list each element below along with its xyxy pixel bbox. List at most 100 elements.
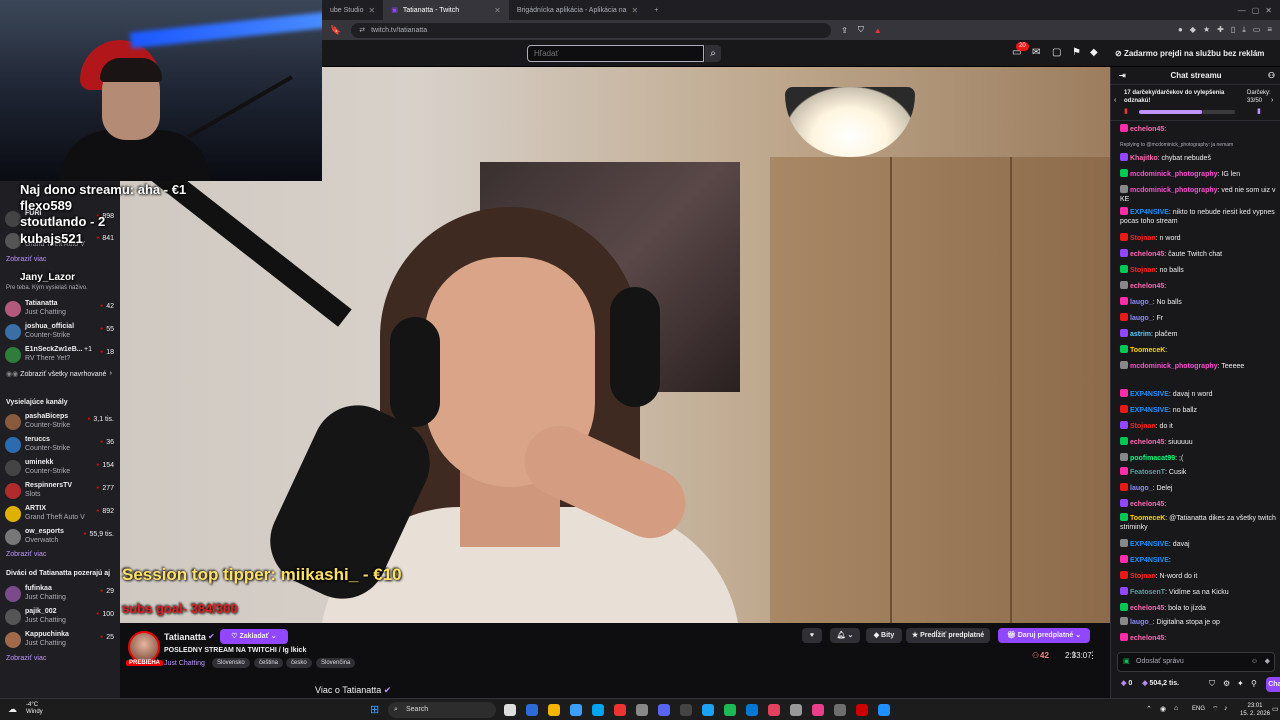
chat-username[interactable]: astrim [1130,331,1151,338]
chat-username[interactable]: FeatosenT [1130,469,1165,476]
channel-avatar[interactable] [128,631,160,663]
puzzle-icon[interactable]: ✚ [1217,25,1224,35]
chat-username[interactable]: Stojnan [1130,267,1156,274]
gift-subscription-button[interactable]: 🎁︎ Daruj predplatné ⌄ [998,628,1090,643]
chat-username[interactable]: laugo_ [1130,485,1153,492]
chat-username[interactable]: Khajitko [1130,155,1158,162]
taskbar-app-icon[interactable] [834,704,846,716]
whispers-icon[interactable]: ▢ [1052,47,1061,58]
chevron-left-icon[interactable]: ‹ [1114,97,1116,104]
taskbar-search[interactable]: ⌕ Search [388,702,496,718]
collapse-chat-icon[interactable]: ⇥ [1119,67,1126,85]
close-window-icon[interactable]: ✕ [1265,6,1272,15]
chat-username[interactable]: echelon45 [1130,283,1164,290]
wifi-icon[interactable]: ⌔ [1212,705,1219,714]
sidebar-item-respinnerstv[interactable]: RespinnersTV Slots 277 [0,480,120,502]
chat-username[interactable]: mcdominick_photography [1130,187,1218,194]
language-indicator[interactable]: ENG [1192,706,1205,712]
extension-icon[interactable]: ★ [1203,25,1210,35]
chat-username[interactable]: EXP4NSIVE [1130,209,1169,216]
like-button[interactable]: ♥ [802,628,822,643]
chat-username[interactable]: mcdominick_photography [1130,363,1218,370]
search-input[interactable] [527,45,704,62]
browser-tab-twitch[interactable]: ▣ Tatianatta - Twitch ✕ [383,0,509,20]
chat-username[interactable]: Stojnan [1130,423,1156,430]
close-icon[interactable]: ✕ [494,6,501,15]
tag[interactable]: Slovenčina [316,658,356,668]
settings-icon[interactable]: ⚙ [1223,679,1230,688]
taskbar-app-icon[interactable] [526,704,538,716]
weather-widget[interactable]: -4°C Windy [26,702,43,716]
chat-send-button[interactable]: Chat [1266,677,1280,692]
wallet-icon[interactable]: ▭ [1253,25,1261,35]
chat-username[interactable]: echelon45 [1130,251,1164,258]
sidebar-item-tatianatta[interactable]: Tatianatta Just Chatting 42 [0,298,120,320]
chat-username[interactable]: EXP4NSIVE [1130,407,1169,414]
shield-icon[interactable]: ⛉ [858,25,864,35]
tray-icon[interactable]: ◉ [1160,705,1166,713]
stream-category[interactable]: Just Chatting [164,660,205,667]
shield-icon[interactable]: ⛉ [1209,679,1215,689]
bits-button[interactable]: ◆ Bity [866,628,902,643]
chat-username[interactable]: echelon45 [1130,605,1164,612]
sidebar-item-pajik[interactable]: pajik_002 Just Chatting 100 [0,606,120,628]
chat-username[interactable]: echelon45 [1130,501,1164,508]
chat-username[interactable]: ToomeceK [1130,515,1165,522]
bits-icon[interactable]: ◆ [1090,47,1098,58]
sidebar-item-kappuchinka[interactable]: Kappuchinka Just Chatting 25 [0,629,120,651]
url-field[interactable]: ⇄ twitch.tv/tatianatta [351,22,832,38]
tag[interactable]: Slovensko [212,658,250,668]
taskbar-app-icon[interactable] [592,704,604,716]
show-all-recommended-button[interactable]: ◉◉ Zobraziť všetky navrhované › [6,370,116,378]
chat-username[interactable]: EXP4NSIVE [1130,391,1169,398]
taskbar-app-icon[interactable] [636,704,648,716]
extension-icon[interactable]: ◆ [1190,25,1196,35]
volume-icon[interactable]: ♪ [1224,705,1228,712]
taskbar-app-icon[interactable] [504,704,516,716]
taskbar-app-icon[interactable] [570,704,582,716]
menu-icon[interactable]: ≡ [1267,25,1272,35]
sidebar-item-pashabiceps[interactable]: pashaBiceps Counter-Strike 3,1 tis. [0,411,120,433]
chat-username[interactable]: echelon45 [1130,126,1164,133]
sidebar-item-e1nseck[interactable]: E1nSeckZw1eB... +1 RV There Yet? 18 [0,344,120,366]
chat-username[interactable]: EXP4NSIVE [1130,557,1169,564]
alert-icon[interactable]: ▲ [874,26,882,35]
maximize-icon[interactable]: ▢ [1252,6,1260,15]
chat-username[interactable]: FeatosenT [1130,589,1165,596]
site-info-icon[interactable]: ⇄ [359,26,365,34]
chat-input[interactable]: ▣ Odoslať správu ☺ ◆ [1117,652,1275,672]
sidebar-item-fufinkaa[interactable]: fufinkaa Just Chatting 29 [0,583,120,605]
close-icon[interactable]: ✕ [632,6,639,15]
chat-username[interactable]: laugo_ [1130,315,1153,322]
notifications-button[interactable]: 🔔︎ ⌄ [830,628,860,643]
sidebar-item-artix[interactable]: ARTIX Grand Theft Auto V 892 [0,503,120,525]
new-tab-button[interactable]: + [646,0,666,20]
sidebar-item-ow-esports[interactable]: ow_esports Overwatch 55,9 tis. [0,526,120,548]
show-more-link[interactable]: Zobraziť viac [6,655,46,662]
chat-username[interactable]: Stojnan [1130,573,1156,580]
tag[interactable]: česko [286,658,312,668]
notification-center-icon[interactable]: ▭ [1272,705,1279,713]
chat-username[interactable]: laugo_ [1130,619,1153,626]
follow-button[interactable]: ♡ Zakladať ⌄ [220,629,288,644]
extension-icon[interactable]: ● [1178,25,1183,35]
start-icon[interactable]: ⊞ [370,703,379,716]
share-icon[interactable]: ⇪ [1070,650,1078,661]
chat-username[interactable]: laugo_ [1130,299,1153,306]
tray-icon[interactable]: ⌂ [1174,705,1178,712]
browser-tab-brigadnicka[interactable]: Brigádnícka aplikácia - Aplikácia na ✕ [509,0,646,20]
clock[interactable]: 23:01 15. 2. 2026 [1240,702,1270,718]
sidebar-item-teruccs[interactable]: teruccs Counter-Strike 36 [0,434,120,456]
inbox-icon[interactable]: ✉ [1032,47,1040,58]
download-icon[interactable]: ⤓ [1242,25,1246,35]
bookmark-icon[interactable]: 🔖 [330,25,341,36]
sidebar-item-uminekk[interactable]: uminekk Counter-Strike 154 [0,457,120,479]
more-options-icon[interactable]: ⋮ [1088,650,1097,661]
search-button[interactable]: ⌕ [705,45,721,62]
taskbar-app-icon[interactable] [746,704,758,716]
tray-chevron-icon[interactable]: ⌃ [1146,705,1152,713]
chevron-right-icon[interactable]: › [1271,97,1273,104]
pin-icon[interactable]: ⚲ [1251,679,1257,688]
prime-icon[interactable]: ⚑ [1072,47,1081,58]
chat-username[interactable]: echelon45 [1130,635,1164,642]
